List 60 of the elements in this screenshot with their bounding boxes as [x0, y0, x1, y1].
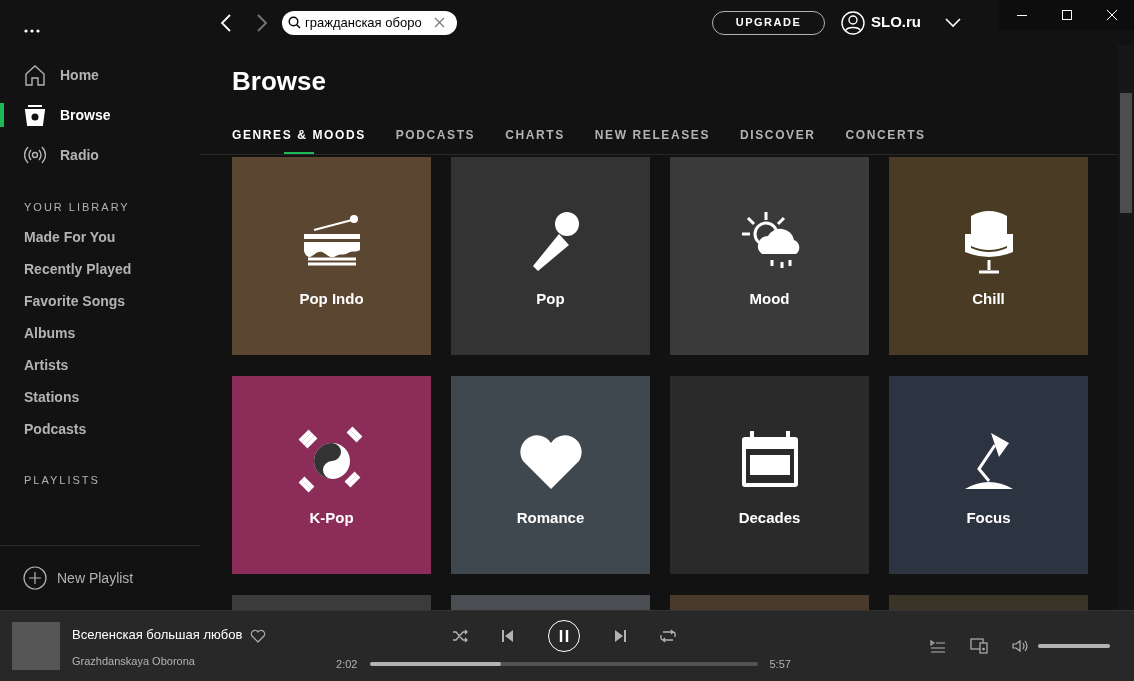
- library-item[interactable]: Recently Played: [0, 251, 200, 284]
- tab[interactable]: GENRES & MOODS: [232, 115, 366, 154]
- plus-icon: [23, 566, 47, 590]
- genre-tile[interactable]: Focus: [889, 376, 1088, 574]
- genre-tile[interactable]: Decades: [670, 376, 869, 574]
- volume-icon[interactable]: [1012, 639, 1028, 653]
- forward-icon[interactable]: [256, 13, 268, 32]
- album-art-placeholder: [12, 622, 60, 670]
- genre-tile[interactable]: Romance: [451, 376, 650, 574]
- page-title: Browse: [231, 65, 327, 97]
- chevron-down-icon[interactable]: [945, 17, 961, 28]
- shuffle-button[interactable]: [451, 628, 468, 643]
- user-name[interactable]: SLO.ru: [871, 11, 921, 34]
- nav-item[interactable]: Radio: [0, 135, 200, 175]
- volume-slider[interactable]: [1038, 644, 1110, 648]
- elapsed-time: 2:02: [336, 656, 358, 672]
- section-heading: YOUR LIBRARY: [23, 200, 131, 215]
- home-icon: [24, 64, 46, 86]
- genre-tile[interactable]: Pop Indo: [232, 157, 431, 355]
- nav-item[interactable]: Browse: [0, 95, 200, 135]
- genre-tile[interactable]: K-Pop: [232, 376, 431, 574]
- repeat-button[interactable]: [659, 628, 676, 643]
- track-duration: 5:57: [769, 656, 791, 672]
- browse-icon: [24, 104, 46, 126]
- clear-icon[interactable]: [434, 17, 445, 28]
- library-item[interactable]: Made For You: [0, 219, 200, 252]
- next-button[interactable]: [613, 629, 626, 642]
- heart-icon[interactable]: [250, 628, 267, 643]
- library-item[interactable]: Podcasts: [0, 411, 200, 444]
- tab[interactable]: PODCASTS: [395, 115, 476, 154]
- genre-tile[interactable]: Chill: [889, 157, 1088, 355]
- library-item[interactable]: Artists: [0, 347, 200, 380]
- back-icon[interactable]: [220, 13, 232, 32]
- pause-icon: [558, 629, 569, 642]
- previous-button[interactable]: [501, 629, 514, 642]
- close-icon: [1106, 10, 1117, 20]
- artist-name[interactable]: Grazhdanskaya Oborona: [72, 652, 257, 670]
- nav-item[interactable]: Home: [0, 55, 200, 95]
- devices-icon[interactable]: [970, 638, 988, 654]
- radio-icon: [24, 144, 46, 166]
- minimize-icon: [1016, 14, 1027, 16]
- section-heading: PLAYLISTS: [23, 472, 101, 488]
- search-field[interactable]: гражданская оборо: [282, 10, 457, 35]
- library-item[interactable]: Favorite Songs: [0, 283, 200, 316]
- genre-tile[interactable]: Mood: [670, 157, 869, 355]
- user-icon[interactable]: [841, 10, 865, 35]
- more-options-icon[interactable]: [24, 28, 40, 33]
- library-item[interactable]: Stations: [0, 379, 200, 412]
- scrollbar[interactable]: [1118, 45, 1134, 610]
- tab[interactable]: CONCERTS: [845, 115, 926, 154]
- library-item[interactable]: Albums: [0, 315, 200, 348]
- tab[interactable]: CHARTS: [505, 115, 565, 154]
- progress-bar[interactable]: [369, 662, 758, 666]
- track-title[interactable]: Вселенская большая любов: [72, 625, 243, 645]
- maximize-icon: [1061, 10, 1072, 20]
- tab[interactable]: DISCOVER: [740, 115, 816, 154]
- tab[interactable]: NEW RELEASES: [594, 115, 711, 154]
- search-icon: [288, 16, 301, 29]
- queue-icon[interactable]: [930, 639, 946, 653]
- genre-tile[interactable]: Pop: [451, 157, 650, 355]
